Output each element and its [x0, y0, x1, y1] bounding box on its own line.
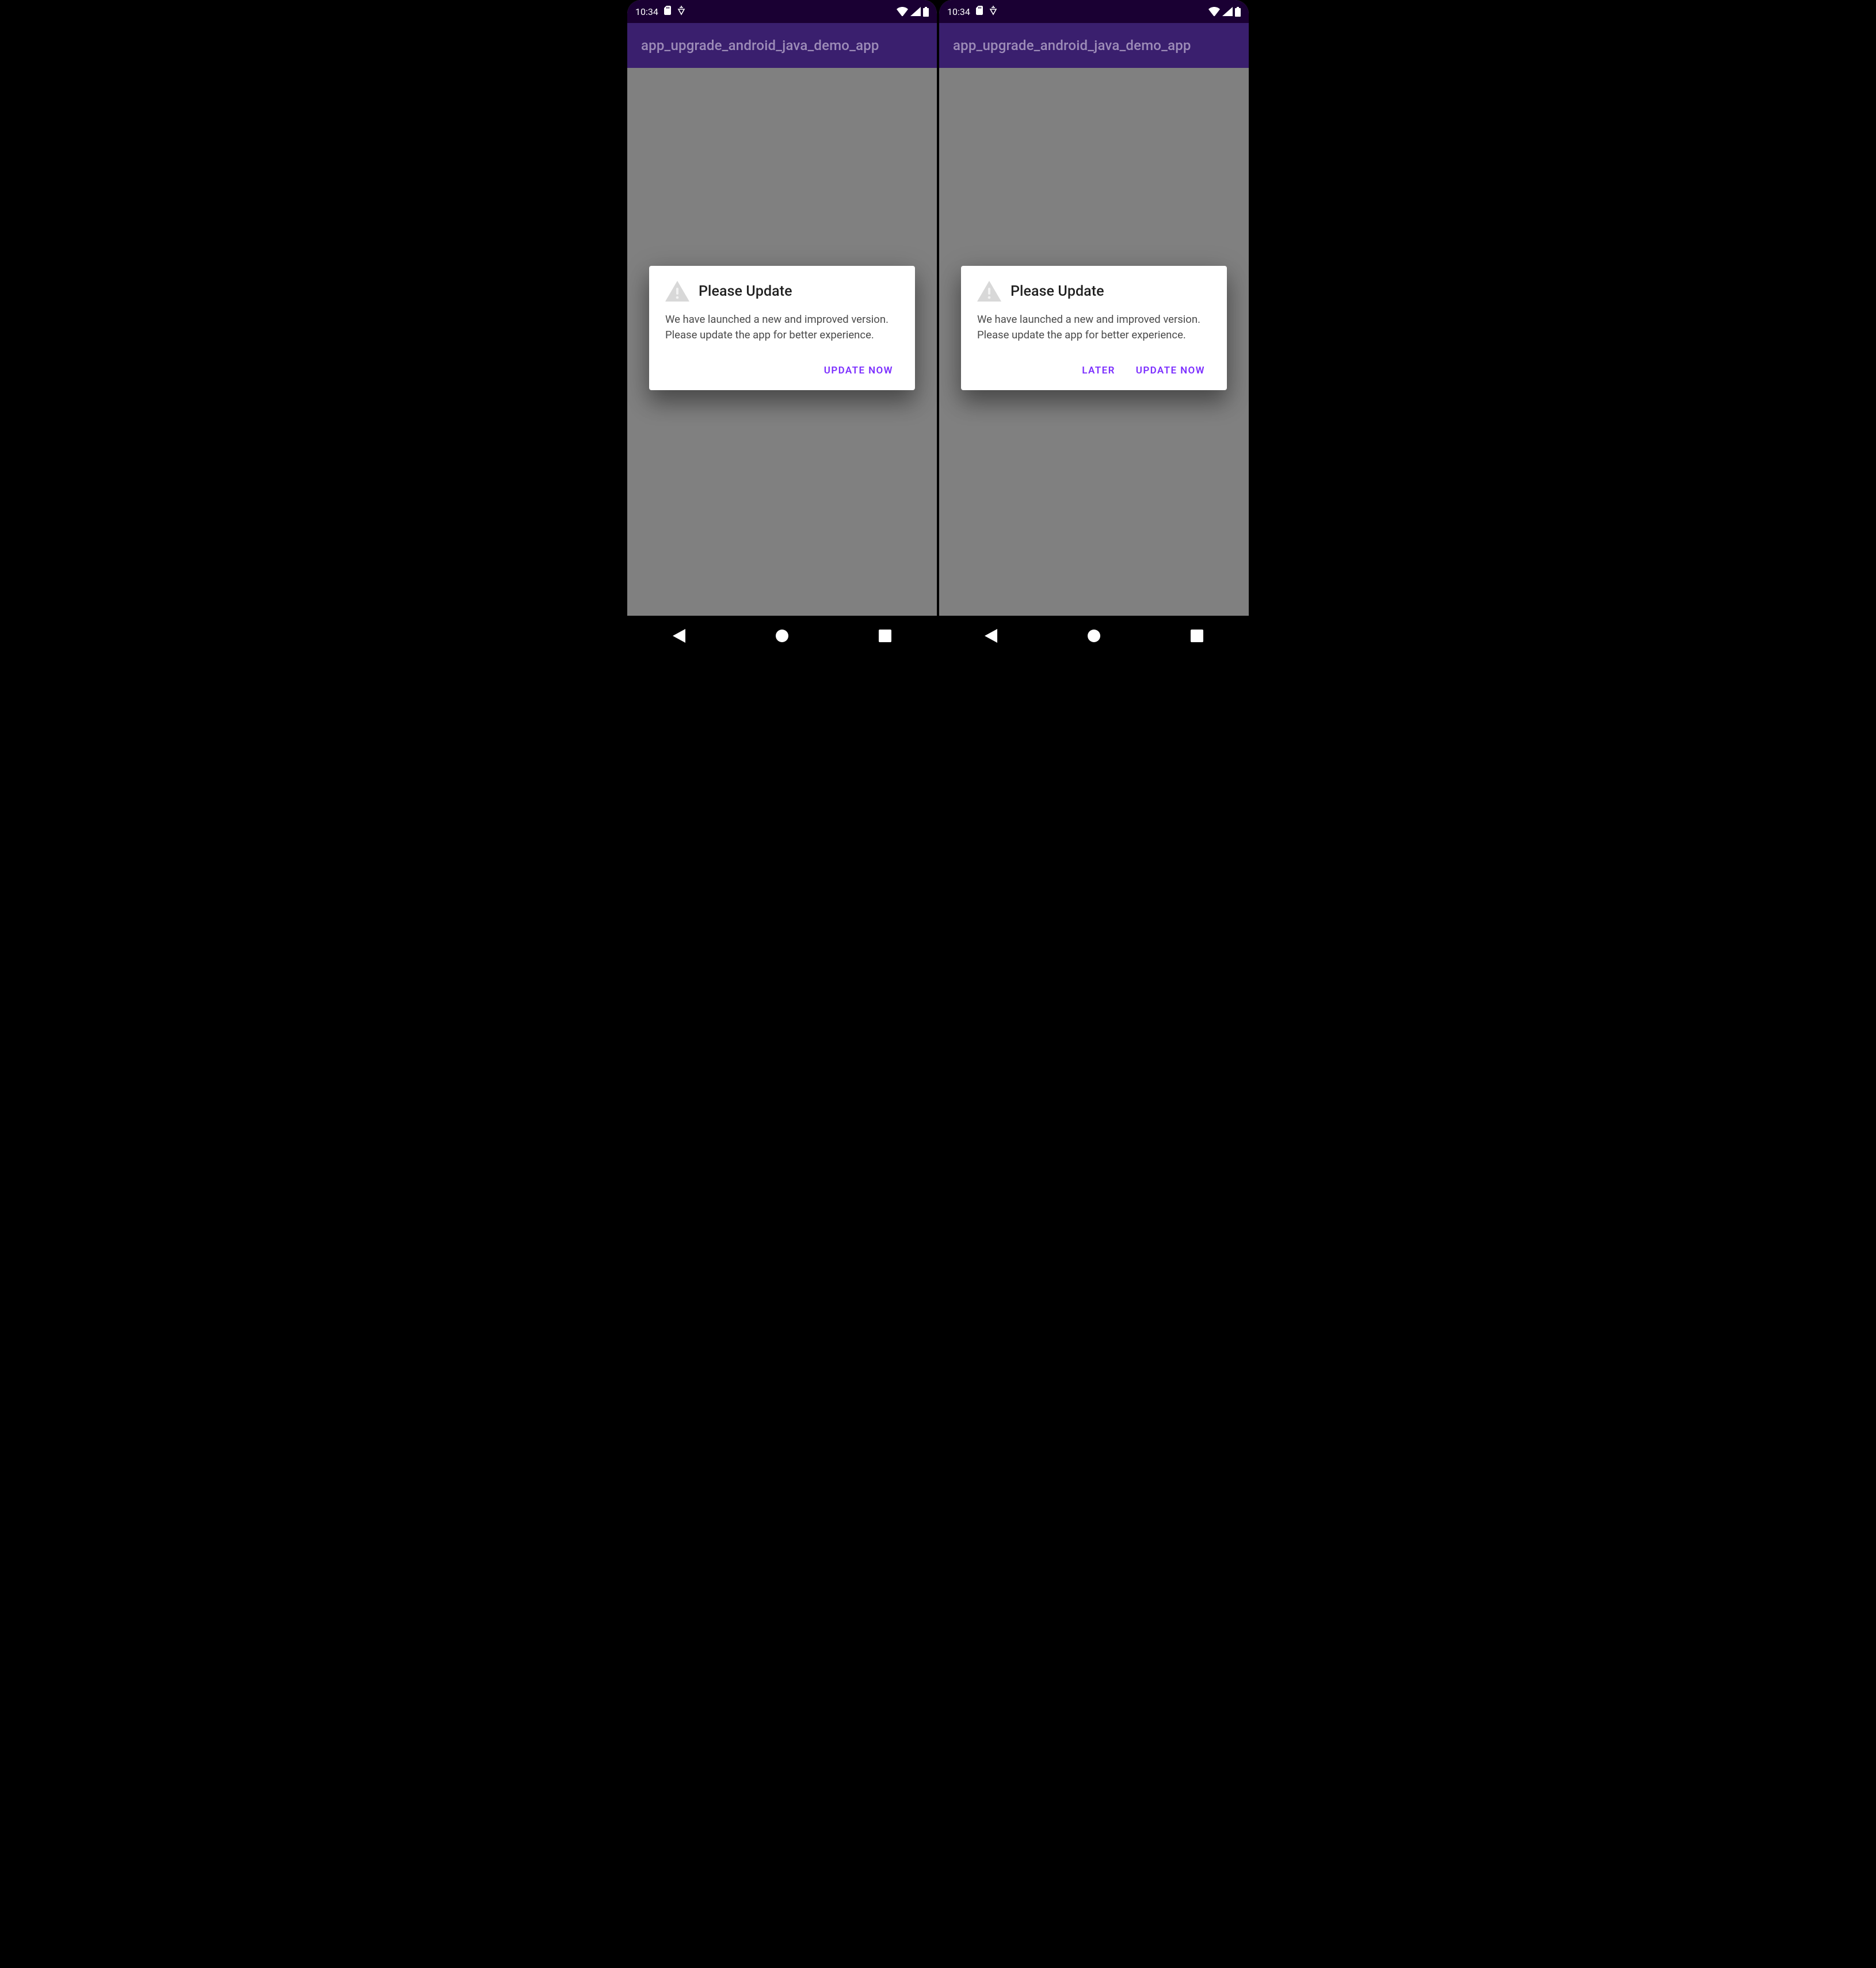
later-button[interactable]: Later: [1076, 359, 1121, 382]
battery-icon: [923, 7, 929, 17]
debug-icon: [989, 5, 997, 18]
app-bar: app_upgrade_android_java_demo_app: [627, 23, 937, 68]
phone-screen-right: 10:34 app_upgrade: [938, 0, 1249, 656]
content-area: Please Update We have launched a new and…: [627, 68, 937, 616]
nav-back-button[interactable]: [661, 622, 697, 650]
phone-screen-left: 10:34 app_upgrade: [627, 0, 938, 656]
alert-icon: [977, 281, 1001, 302]
content-area: Please Update We have launched a new and…: [939, 68, 1249, 616]
update-dialog: Please Update We have launched a new and…: [961, 266, 1227, 390]
status-time: 10:34: [635, 6, 658, 17]
wifi-icon: [1208, 7, 1220, 16]
cellular-icon: [910, 7, 921, 16]
app-bar: app_upgrade_android_java_demo_app: [939, 23, 1249, 68]
update-dialog: Please Update We have launched a new and…: [649, 266, 915, 390]
nav-home-button[interactable]: [764, 622, 800, 650]
sd-card-icon: [976, 6, 983, 17]
debug-icon: [677, 5, 685, 18]
dialog-title: Please Update: [1011, 283, 1104, 300]
wifi-icon: [897, 7, 908, 16]
dialog-scrim[interactable]: Please Update We have launched a new and…: [627, 68, 937, 616]
dialog-message: We have launched a new and improved vers…: [665, 312, 899, 343]
nav-recent-button[interactable]: [867, 622, 903, 650]
sd-card-icon: [664, 6, 672, 17]
update-now-button[interactable]: Update Now: [818, 359, 899, 382]
status-time: 10:34: [947, 6, 970, 17]
navigation-bar: [627, 616, 937, 656]
navigation-bar: [939, 616, 1249, 656]
dialog-message: We have launched a new and improved vers…: [977, 312, 1211, 343]
nav-home-button[interactable]: [1076, 622, 1112, 650]
status-bar: 10:34: [627, 0, 937, 23]
app-bar-title: app_upgrade_android_java_demo_app: [953, 37, 1191, 54]
status-bar: 10:34: [939, 0, 1249, 23]
alert-icon: [665, 281, 689, 302]
update-now-button[interactable]: Update Now: [1130, 359, 1211, 382]
battery-icon: [1235, 7, 1241, 17]
app-bar-title: app_upgrade_android_java_demo_app: [641, 37, 879, 54]
dialog-scrim[interactable]: Please Update We have launched a new and…: [939, 68, 1249, 616]
nav-back-button[interactable]: [973, 622, 1009, 650]
cellular-icon: [1222, 7, 1233, 16]
nav-recent-button[interactable]: [1179, 622, 1215, 650]
dialog-title: Please Update: [699, 283, 792, 300]
